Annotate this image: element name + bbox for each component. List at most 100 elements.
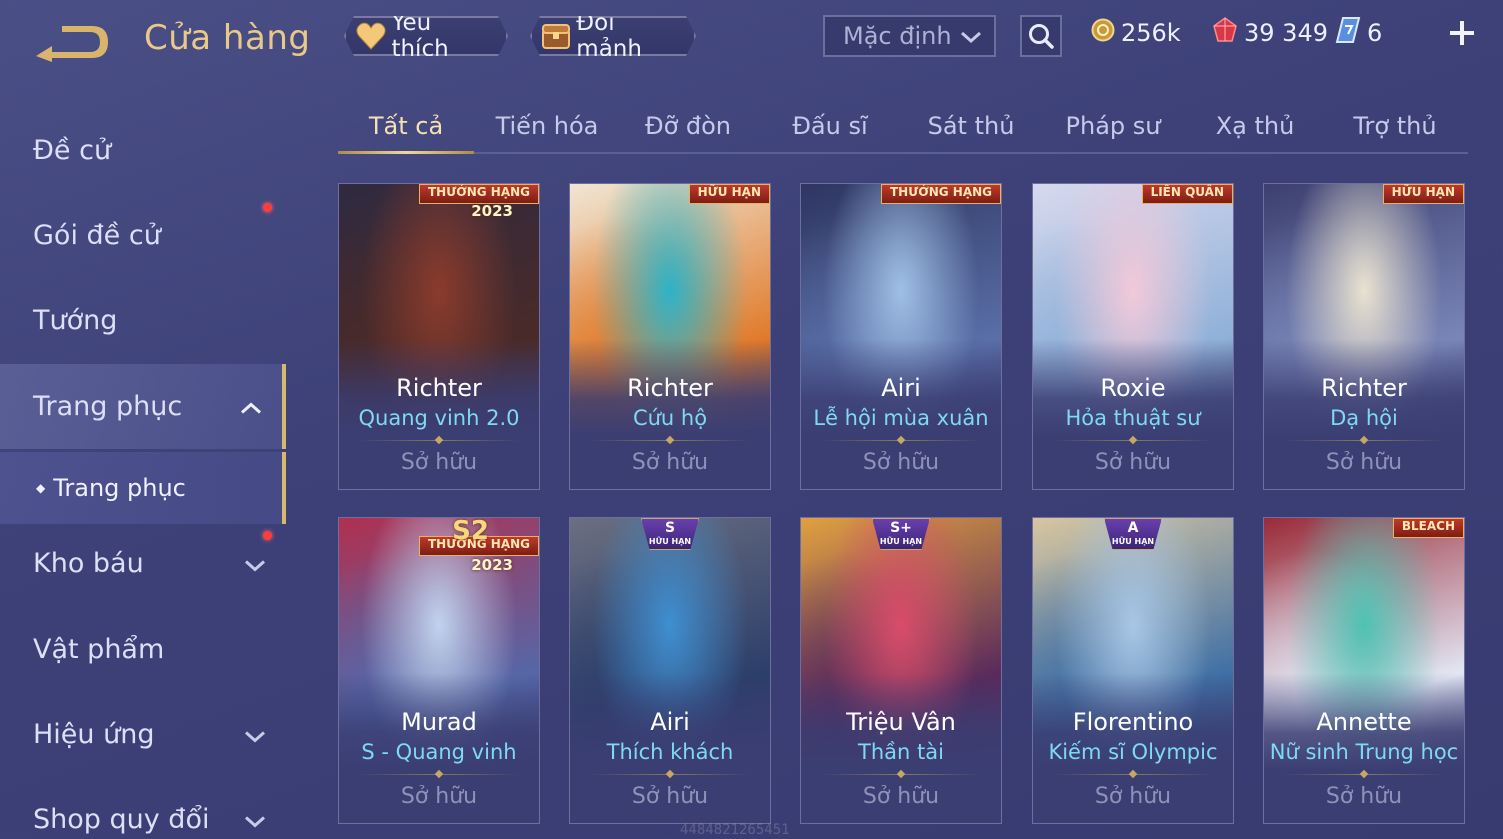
sidebar-item-bundles[interactable]: Gói đề cử	[0, 193, 286, 278]
skin-name: Thích khách	[606, 740, 734, 764]
ownership-status: Sở hữu	[862, 784, 940, 809]
tab-marksman[interactable]: Xạ thủ	[1188, 100, 1322, 152]
sidebar-item-items[interactable]: Vật phẩm	[0, 607, 286, 692]
tab-all[interactable]: Tất cả	[338, 100, 474, 154]
sidebar-item-label: Tướng	[33, 305, 118, 336]
hero-name: Airi	[881, 374, 921, 402]
diamond-bullet-icon: ◆	[36, 481, 46, 495]
tab-support[interactable]: Trợ thủ	[1322, 100, 1468, 152]
sidebar-item-heroes[interactable]: Tướng	[0, 278, 286, 363]
skin-card[interactable]: HỮU HẠN Richter Dạ hội Sở hữu	[1263, 183, 1465, 490]
voucher-currency[interactable]: 6	[1335, 16, 1382, 50]
sidebar-subitem-skins[interactable]: ◆ Trang phục	[0, 452, 286, 524]
favorite-label: Yêu thích	[391, 10, 449, 62]
ownership-status: Sở hữu	[1325, 450, 1403, 475]
gold-currency[interactable]: 256k	[1091, 16, 1181, 50]
ruby-currency[interactable]: 39 349	[1212, 16, 1328, 50]
notification-dot	[263, 531, 272, 540]
skin-card[interactable]: S HỮU HẠN Airi Thích khách Sở hữu	[569, 517, 771, 824]
skin-name: S - Quang vinh	[361, 740, 517, 764]
chevron-up-icon	[240, 391, 262, 422]
hero-name: Richter	[396, 374, 482, 402]
skin-card[interactable]: THƯỞNG HẠNG Airi Lễ hội mùa xuân Sở hữu	[800, 183, 1002, 490]
skin-card[interactable]: HỮU HẠN Richter Cứu hộ Sở hữu	[569, 183, 771, 490]
ownership-status: Sở hữu	[862, 450, 940, 475]
hero-name: Richter	[627, 374, 713, 402]
heart-icon	[354, 19, 387, 53]
plus-icon	[1450, 21, 1474, 45]
skin-card[interactable]: THƯỞNG HẠNG 2023 Richter Quang vinh 2.0 Sở h…	[338, 183, 540, 490]
skin-card[interactable]: A HỮU HẠN Florentino Kiếm sĩ Olympic Sở hữu	[1032, 517, 1234, 824]
tier-badge: S HỮU HẠN	[641, 518, 699, 550]
tab-label: Đỡ đòn	[644, 112, 732, 140]
tab-assassin[interactable]: Sát thủ	[904, 100, 1038, 152]
tab-label: Sát thủ	[927, 112, 1015, 140]
favorite-button[interactable]: Yêu thích	[344, 16, 508, 56]
sidebar-item-treasure[interactable]: Kho báu	[0, 521, 286, 606]
hero-name: Murad	[401, 708, 477, 736]
sort-dropdown[interactable]: Mặc định	[823, 15, 996, 57]
tab-label: Pháp sư	[1065, 112, 1161, 140]
skin-name: Quang vinh 2.0	[358, 406, 520, 430]
skin-card[interactable]: THƯỞNG HẠNG 2023 S2 Murad S - Quang vinh Sở h…	[338, 517, 540, 824]
sidebar-subitem-label: Trang phục	[53, 474, 186, 502]
sidebar-item-effects[interactable]: Hiệu ứng	[0, 692, 286, 777]
skin-name: Dạ hội	[1330, 406, 1398, 430]
hero-name: Annette	[1316, 708, 1412, 736]
search-button[interactable]	[1020, 15, 1062, 57]
chevron-down-icon	[244, 548, 266, 579]
sidebar-item-label: Kho báu	[33, 548, 144, 579]
ruby-icon	[1212, 17, 1238, 49]
tier-sub: HỮU HẠN	[648, 537, 692, 546]
ownership-status: Sở hữu	[400, 450, 478, 475]
exchange-fragments-button[interactable]: Đổi mảnh	[530, 16, 696, 56]
card-divider	[590, 774, 750, 775]
tab-label: Tất cả	[368, 112, 444, 140]
watermark-id: 4484821265451	[680, 822, 790, 838]
sidebar-item-skins[interactable]: Trang phục	[0, 364, 286, 449]
skin-badge: HỮU HẠN	[688, 184, 770, 204]
card-divider	[821, 440, 981, 441]
sidebar-item-label: Hiệu ứng	[33, 719, 155, 750]
tab-tank[interactable]: Đỡ đòn	[620, 100, 756, 152]
skin-badge: LIÊN QUÂN	[1141, 184, 1233, 204]
skin-card[interactable]: LIÊN QUÂN Roxie Hỏa thuật sư Sở hữu	[1032, 183, 1234, 490]
tab-label: Tiến hóa	[495, 112, 599, 140]
ownership-status: Sở hữu	[631, 784, 709, 809]
hero-name: Airi	[650, 708, 690, 736]
tier-sub: HỮU HẠN	[879, 537, 923, 546]
add-currency-button[interactable]	[1446, 18, 1478, 52]
sort-selected-value: Mặc định	[843, 22, 952, 50]
voucher-icon	[1335, 16, 1361, 50]
page-title: Cửa hàng	[144, 18, 311, 58]
tier-badge: A HỮU HẠN	[1104, 518, 1162, 550]
skin-badge: THƯỞNG HẠNG	[418, 184, 539, 204]
sidebar-item-label: Đề cử	[33, 135, 112, 166]
tier-sub: HỮU HẠN	[1111, 537, 1155, 546]
tab-evolution[interactable]: Tiến hóa	[474, 100, 620, 152]
ownership-status: Sở hữu	[1094, 450, 1172, 475]
sidebar-item-label: Shop quy đổi	[33, 804, 210, 835]
tier-letter: A	[1127, 520, 1139, 536]
card-divider	[359, 774, 519, 775]
skin-badge-year: 2023	[471, 202, 513, 220]
hero-name: Triệu Vân	[846, 708, 956, 736]
chevron-down-icon	[244, 804, 266, 835]
tab-mage[interactable]: Pháp sư	[1038, 100, 1188, 152]
tier-letter: S	[664, 520, 676, 536]
skin-card[interactable]: BLEACH Annette Nữ sinh Trung học Sở hữu	[1263, 517, 1465, 824]
chest-icon	[540, 19, 572, 53]
sidebar-item-label: Trang phục	[33, 391, 183, 422]
tab-warrior[interactable]: Đấu sĩ	[756, 100, 904, 152]
back-button[interactable]	[32, 22, 112, 62]
tab-label: Đấu sĩ	[792, 112, 868, 140]
notification-dot	[263, 203, 272, 212]
season-badge: S2	[452, 517, 489, 546]
sidebar-item-recommended[interactable]: Đề cử	[0, 108, 286, 193]
card-divider	[1053, 774, 1213, 775]
sidebar-item-exchange-shop[interactable]: Shop quy đổi	[0, 777, 286, 839]
hero-name: Roxie	[1100, 374, 1166, 402]
ruby-amount: 39 349	[1244, 19, 1328, 47]
ownership-status: Sở hữu	[1325, 784, 1403, 809]
skin-card[interactable]: S+ HỮU HẠN Triệu Vân Thần tài Sở hữu	[800, 517, 1002, 824]
